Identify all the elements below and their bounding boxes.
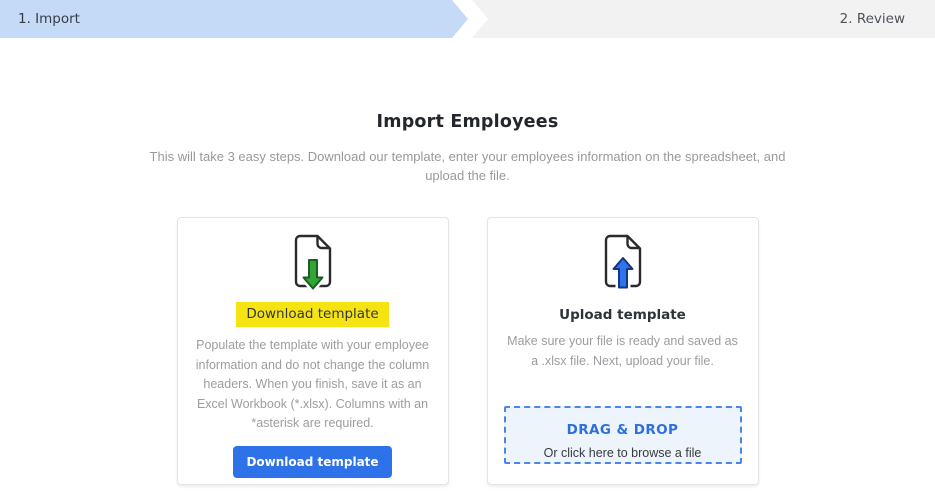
page-description: This will take 3 easy steps. Download ou… (145, 147, 790, 185)
upload-template-card: Upload template Make sure your file is r… (487, 217, 759, 485)
import-cards: Download template Populate the template … (0, 217, 935, 485)
step-review-label: 2. Review (840, 11, 905, 27)
download-template-button[interactable]: Download template (233, 446, 391, 478)
dropzone-title: DRAG & DROP (506, 422, 740, 438)
step-review[interactable]: 2. Review (472, 0, 935, 38)
upload-instructions: Make sure your file is ready and saved a… (504, 332, 742, 371)
step-progress-bar: 1. Import 2. Review (0, 0, 935, 38)
page-title: Import Employees (0, 112, 935, 132)
download-instructions: Populate the template with your employee… (194, 336, 432, 434)
step-import-label: 1. Import (18, 11, 80, 27)
document-download-icon (284, 231, 342, 293)
download-template-card: Download template Populate the template … (177, 217, 449, 485)
document-upload-icon (594, 231, 652, 293)
file-dropzone[interactable]: DRAG & DROP Or click here to browse a fi… (504, 406, 742, 465)
upload-template-heading: Upload template (559, 307, 686, 323)
dropzone-subtitle: Or click here to browse a file (506, 446, 740, 460)
step-import[interactable]: 1. Import (0, 0, 468, 38)
download-template-heading: Download template (236, 302, 388, 327)
